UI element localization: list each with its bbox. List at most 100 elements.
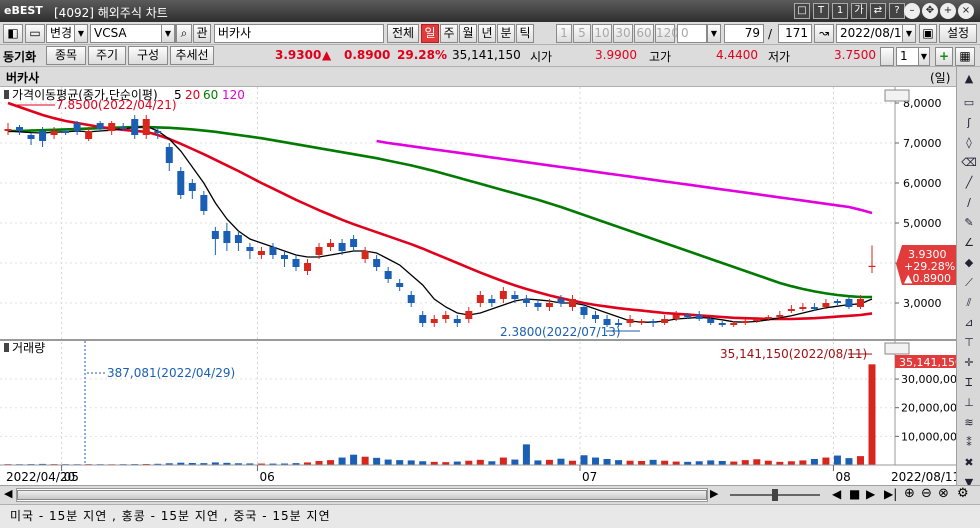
hline-icon[interactable]: ⊤ [961,335,977,351]
ma-line-5 [7,125,873,323]
play-icon[interactable]: ▶ [866,487,875,501]
candle [292,259,300,267]
move-icon[interactable]: ✥ [922,3,938,19]
zoom-in-icon[interactable]: ⊕ [904,486,915,501]
period-button[interactable]: 주기 [88,46,126,65]
layout-icon[interactable]: 가 [851,3,867,19]
price-panel-controls[interactable] [884,89,910,102]
stop-icon[interactable]: ■ [849,487,860,501]
price-badge: 3.9300 +29.28% ▲0.8900 [896,245,956,285]
volume-bar [695,461,703,465]
stock-button[interactable]: 종목 [46,46,86,65]
switch-icon[interactable]: ⇄ [870,3,886,19]
stock-chart[interactable]: 8,00007,00006,00005,00004,00003,000030,0… [0,87,964,485]
trendline-button[interactable]: 추세선 [170,46,214,65]
scroll-right-icon[interactable]: ▶ [710,487,718,500]
trend-icon[interactable]: ↝ [814,24,834,43]
paint-icon[interactable]: ◆ [961,255,977,271]
monitor-icon[interactable]: ▭ [25,24,45,43]
symbol-dropdown-icon[interactable]: ▼ [161,24,175,43]
minute-30[interactable]: 30 [613,24,633,43]
minute-60[interactable]: 60 [634,24,654,43]
save-icon[interactable]: ▣ [919,24,937,43]
layout-toggle-icon[interactable]: ◧ [3,24,23,43]
period-year[interactable]: 년 [478,24,496,43]
minute-1[interactable]: 1 [556,24,572,43]
window-1-icon[interactable]: 1 [832,3,848,19]
cross-icon[interactable]: ✛ [961,355,977,371]
related-button[interactable]: 관 [193,24,211,43]
channel-icon[interactable]: ⊿ [961,315,977,331]
eraser-icon[interactable]: ⌫ [961,155,977,171]
volume-panel-controls[interactable] [884,342,910,355]
fib-fan-icon[interactable]: ≋ [961,415,977,431]
delete-all-icon[interactable]: ✖ [961,455,977,471]
counter-dropdown-icon[interactable]: ▼ [707,24,721,43]
search-icon[interactable]: ⌕ [176,24,192,43]
volume-bar [511,459,519,465]
settings-button[interactable]: 설정 [939,24,977,43]
chart-area[interactable]: 8,00007,00006,00005,00004,00003,000030,0… [0,87,964,485]
line-icon[interactable]: ╱ [961,175,977,191]
scroll-left-icon[interactable]: ◀ [4,487,12,500]
candle [62,131,70,133]
period-day[interactable]: 일 [421,24,439,43]
horizontal-scrollbar[interactable] [16,488,708,502]
date-dropdown-icon[interactable]: ▼ [902,24,916,43]
chart-count-dropdown-icon[interactable]: ▼ [918,47,930,66]
candle [776,315,784,317]
scrollbar-thumb[interactable] [17,490,707,500]
help-icon[interactable]: ? [889,3,905,19]
restore-icon[interactable]: □ [794,3,810,19]
parallel-icon[interactable]: ⫽ [961,295,977,311]
volume-panel-handle-icon[interactable] [4,343,9,352]
cycle-icon[interactable]: ⁑ [961,435,977,451]
angle-icon[interactable]: ∠ [961,235,977,251]
chevron-down-icon[interactable]: ▼ [74,24,88,43]
period-minute[interactable]: 분 [497,24,515,43]
minute-10[interactable]: 10 [592,24,612,43]
candle [499,291,507,299]
period-tick[interactable]: 틱 [516,24,534,43]
price-change: 0.8900 [344,48,391,62]
display-count-input[interactable]: 79 [724,24,764,43]
scroll-icon[interactable]: ▲ [961,71,977,87]
panel-divider[interactable] [0,339,956,341]
pencil-icon[interactable]: ✎ [961,215,977,231]
compose-button[interactable]: 구성 [128,46,168,65]
candle [718,323,726,325]
layout-grid-icon[interactable]: ▦ [955,47,975,66]
maximize-icon[interactable]: + [940,3,956,19]
vline-icon[interactable]: ⊥ [961,395,977,411]
counter-input[interactable]: 0 [677,24,707,43]
all-button[interactable]: 전체 [387,24,419,43]
close-icon[interactable]: × [958,3,974,19]
add-chart-icon[interactable]: + [935,47,953,66]
cursor-icon[interactable]: ▭ [961,95,977,111]
wrench-icon[interactable]: ⚙ [957,486,969,501]
price-panel-handle-icon[interactable] [4,90,9,99]
ma-label-60: 60 [203,88,218,102]
ray-icon[interactable]: ⟋ [961,275,977,291]
minute-5[interactable]: 5 [573,24,591,43]
zoom-out-icon[interactable]: ⊖ [921,486,932,501]
trend-line-icon[interactable]: ∕ [961,195,977,211]
period-month[interactable]: 월 [459,24,477,43]
volume-bar [787,461,795,465]
zoom-reset-icon[interactable]: ⊗ [938,486,949,501]
chart-checkbox[interactable] [880,47,894,66]
zoom-fit-icon[interactable]: ▶| [884,487,897,501]
candle [361,251,369,259]
fib-icon[interactable]: ◊ [961,135,977,151]
text-icon[interactable]: Ꮖ [961,375,977,391]
pin-icon[interactable]: T [813,3,829,19]
period-week[interactable]: 주 [440,24,458,43]
magnet-icon[interactable]: ʃ [961,115,977,131]
candle [730,323,738,325]
zoom-slider-handle[interactable] [772,489,778,501]
volume-bar [338,457,346,465]
ma-line-120 [376,139,873,215]
minute-120[interactable]: 120 [655,24,679,43]
minimize-icon[interactable]: – [904,3,920,19]
rewind-icon[interactable]: ◀ [832,487,841,501]
